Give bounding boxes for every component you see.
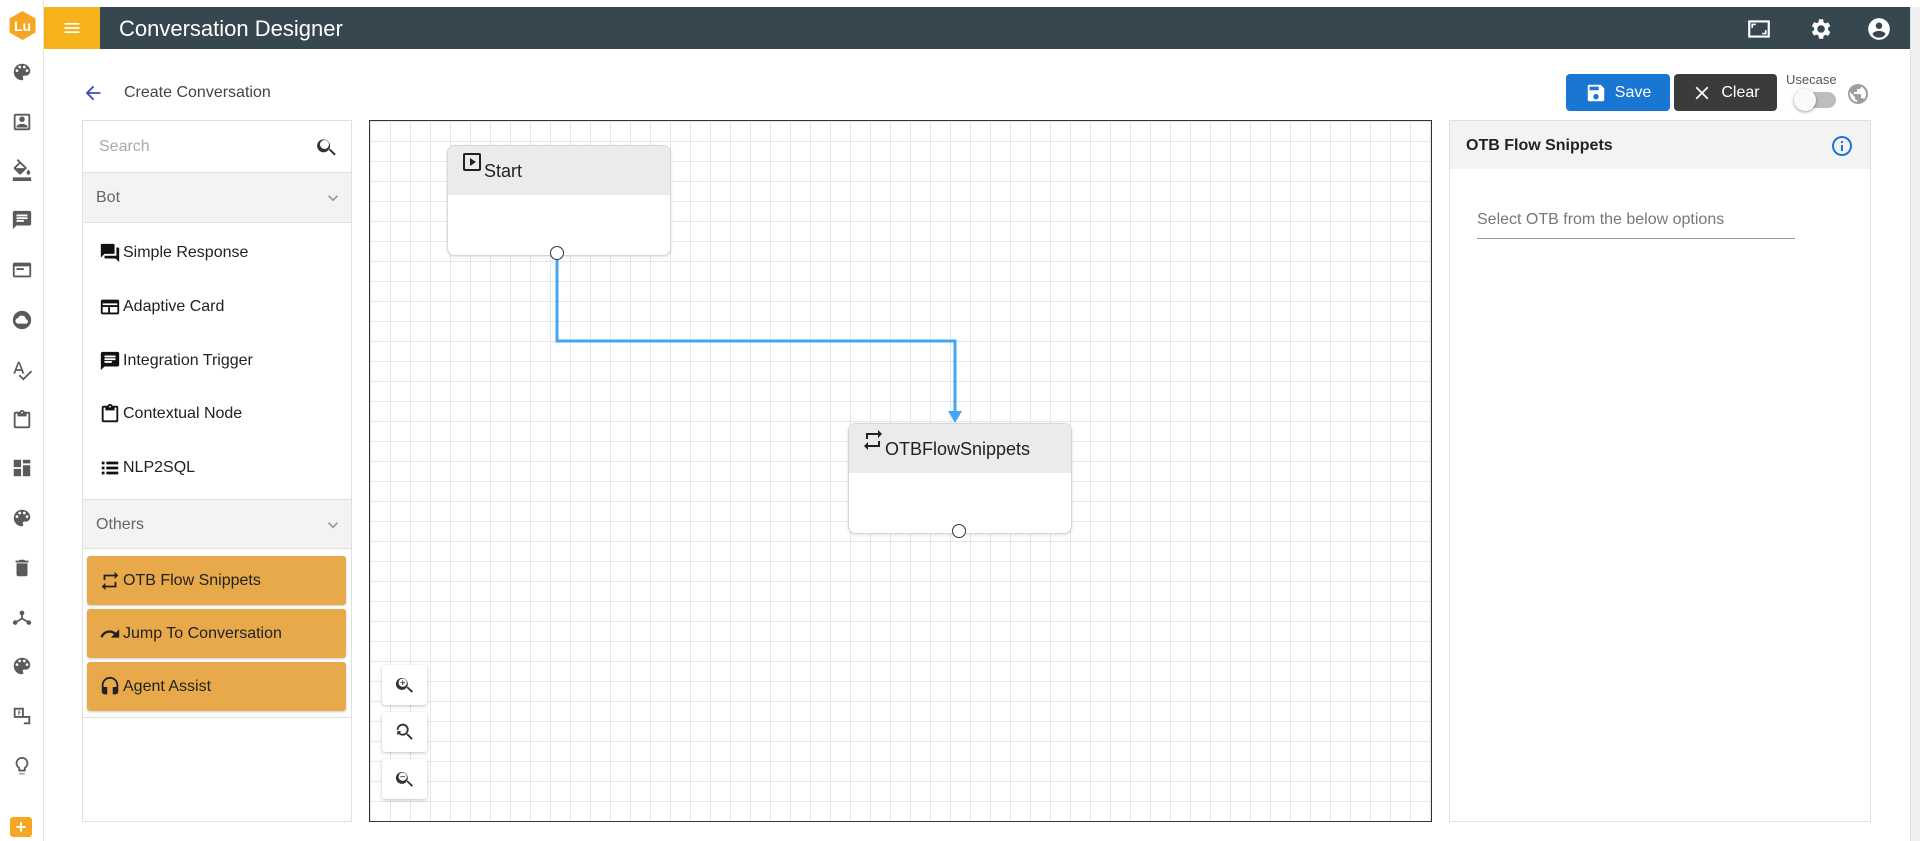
forum-icon: [100, 243, 120, 263]
globe-icon[interactable]: [1846, 82, 1870, 106]
palette-item-jump-to-conversation[interactable]: Jump To Conversation: [87, 609, 346, 658]
section-label-others: Others: [96, 516, 145, 533]
account-circle-icon[interactable]: [1866, 16, 1892, 42]
palette-item-label: Agent Assist: [123, 677, 212, 695]
app-title: Conversation Designer: [119, 16, 343, 41]
redo-arrow-icon: [100, 628, 120, 638]
clear-label: Clear: [1721, 83, 1760, 101]
hub-icon[interactable]: [10, 606, 34, 630]
paint-bucket-icon[interactable]: [10, 158, 34, 182]
node-title: OTBFlowSnippets: [885, 439, 1031, 459]
settings-gear-icon[interactable]: [1807, 16, 1833, 42]
left-rail: Lu +: [0, 0, 44, 841]
properties-panel: OTB Flow Snippets Select OTB from the be…: [1449, 120, 1871, 822]
palette-item-label: Simple Response: [123, 244, 249, 261]
palette-item-label: Integration Trigger: [123, 352, 253, 369]
palette-item-otb-flow-snippets[interactable]: OTB Flow Snippets: [87, 556, 346, 605]
chat-icon[interactable]: [10, 208, 34, 232]
browser-window-icon[interactable]: [10, 258, 34, 282]
palette-item-agent-assist[interactable]: Agent Assist: [87, 662, 346, 711]
zoom-out-button[interactable]: [382, 759, 427, 799]
window-scrollbar[interactable]: [1910, 7, 1920, 841]
section-header-bot[interactable]: Bot: [83, 173, 351, 223]
otb-select-placeholder: Select OTB from the below options: [1477, 211, 1725, 228]
palette-item-label: Adaptive Card: [123, 298, 225, 315]
palette-item-simple-response[interactable]: Simple Response: [99, 241, 248, 265]
usecase-label: Usecase: [1786, 72, 1837, 87]
zoom-out-icon: [395, 771, 413, 787]
node-otb-output-port[interactable]: [952, 524, 966, 538]
palette-item-integration-trigger[interactable]: Integration Trigger: [99, 349, 253, 373]
zoom-reset-button[interactable]: [382, 712, 427, 752]
color-palette-icon[interactable]: [10, 654, 34, 678]
logo-text: Lu: [14, 18, 31, 34]
node-start[interactable]: Start: [447, 145, 671, 256]
trash-icon[interactable]: [10, 556, 34, 580]
toggle-knob: [1794, 89, 1816, 111]
node-title: Start: [484, 161, 523, 181]
palette-item-label: Jump To Conversation: [123, 624, 282, 642]
zoom-in-icon: [395, 677, 413, 693]
clipboard-icon: [101, 403, 119, 423]
zoom-reset-icon: [396, 723, 413, 740]
lu-logo[interactable]: Lu: [7, 10, 38, 41]
node-otb-flow-snippets[interactable]: OTBFlowSnippets: [848, 423, 1072, 534]
translate-icon[interactable]: [10, 704, 34, 728]
contact-card-icon[interactable]: [10, 110, 34, 134]
message-icon: [100, 351, 120, 371]
palette-item-label: Contextual Node: [123, 405, 243, 422]
web-card-icon: [100, 299, 120, 315]
palette-item-adaptive-card[interactable]: Adaptive Card: [99, 295, 224, 319]
close-icon: [1695, 86, 1709, 99]
save-icon: [1587, 84, 1605, 101]
palette-dots-icon-2[interactable]: [10, 506, 34, 530]
node-palette: Bot Simple Response Adaptive Card Integr…: [82, 120, 352, 822]
chevron-down-icon: [323, 188, 343, 208]
save-button[interactable]: Save: [1566, 74, 1670, 111]
repeat-icon: [861, 428, 885, 452]
search-icon[interactable]: [315, 135, 339, 159]
palette-divider: [83, 717, 351, 718]
spellcheck-icon[interactable]: [10, 358, 34, 382]
dashboard-icon[interactable]: [10, 456, 34, 480]
chevron-down-icon: [323, 515, 343, 535]
save-label: Save: [1614, 83, 1652, 101]
properties-header: OTB Flow Snippets: [1450, 121, 1870, 169]
properties-title: OTB Flow Snippets: [1466, 137, 1613, 154]
usecase-toggle[interactable]: [1794, 89, 1836, 111]
palette-search: [83, 121, 351, 173]
info-icon[interactable]: [1830, 134, 1854, 158]
headset-icon: [101, 676, 119, 694]
hamburger-icon: [64, 23, 80, 33]
node-header: OTBFlowSnippets: [849, 424, 1071, 473]
top-header: Conversation Designer: [44, 7, 1910, 49]
node-header: Start: [448, 146, 670, 195]
palette-item-label: OTB Flow Snippets: [123, 571, 261, 589]
back-arrow-icon[interactable]: [82, 82, 104, 104]
section-header-others[interactable]: Others: [83, 499, 351, 549]
add-icon[interactable]: +: [10, 817, 32, 837]
flow-canvas[interactable]: Start OTBFlowSnippets: [369, 120, 1432, 822]
page-title: Create Conversation: [124, 84, 271, 101]
menu-button[interactable]: [44, 7, 100, 49]
palette-dots-icon[interactable]: [10, 60, 34, 84]
search-input[interactable]: [99, 133, 299, 161]
list-icon: [101, 461, 119, 475]
palette-item-label: NLP2SQL: [123, 459, 196, 476]
cloud-circle-icon[interactable]: [10, 308, 34, 332]
lightbulb-icon[interactable]: [10, 754, 34, 778]
play-box-icon: [460, 150, 484, 174]
fullscreen-icon[interactable]: [1746, 16, 1772, 42]
node-start-output-port[interactable]: [550, 246, 564, 260]
repeat-icon: [101, 571, 119, 590]
clipboard-icon[interactable]: [10, 408, 34, 432]
section-label-bot: Bot: [96, 189, 121, 206]
palette-item-nlp2sql[interactable]: NLP2SQL: [99, 456, 195, 480]
zoom-in-button[interactable]: [382, 665, 427, 705]
clear-button[interactable]: Clear: [1674, 74, 1777, 111]
palette-item-contextual-node[interactable]: Contextual Node: [99, 402, 242, 426]
otb-select[interactable]: Select OTB from the below options: [1477, 203, 1795, 239]
